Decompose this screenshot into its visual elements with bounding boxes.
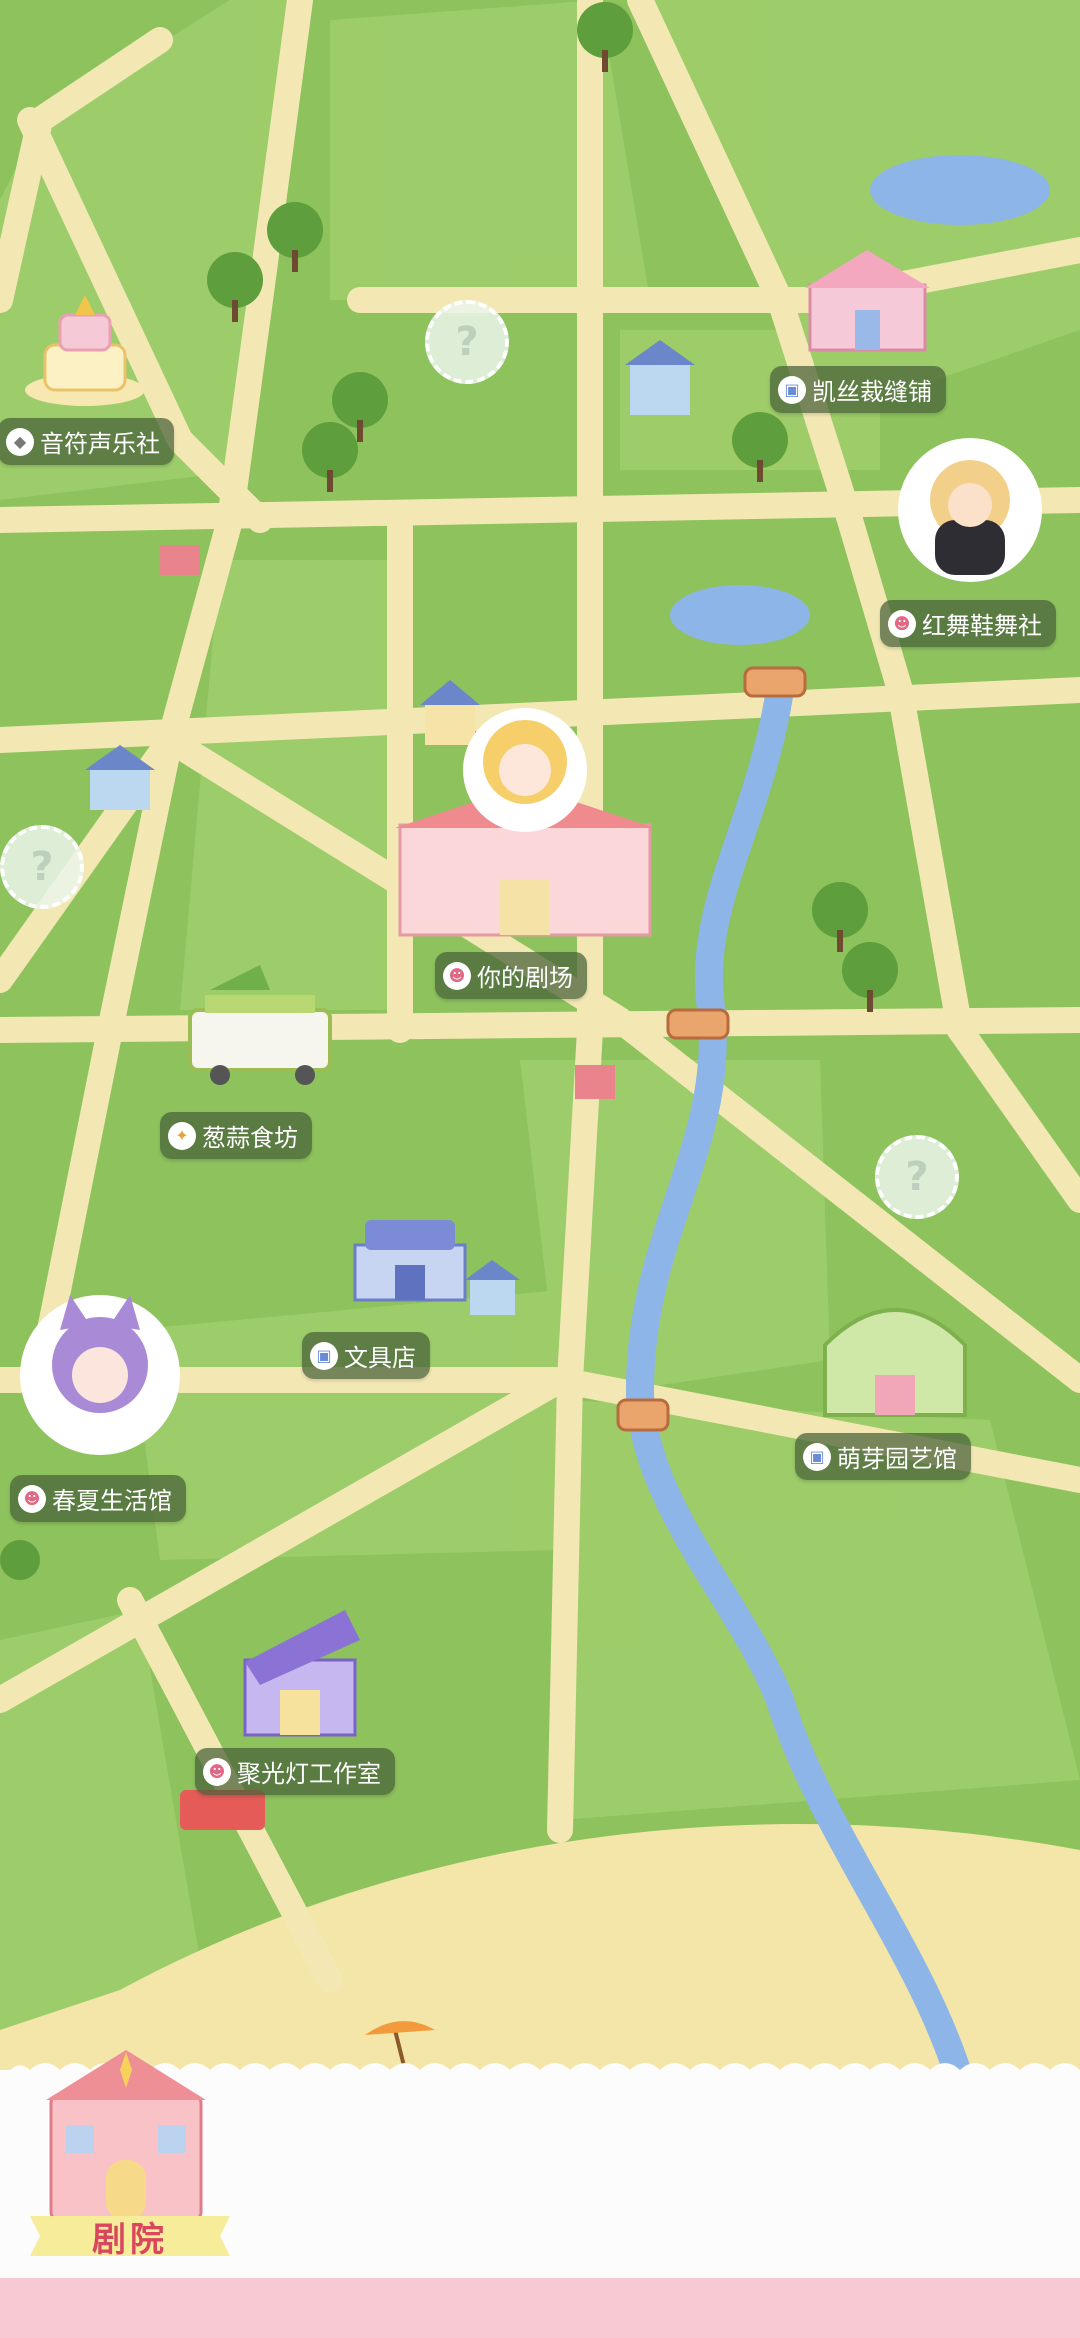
location-name: 春夏生活馆 — [52, 1487, 172, 1515]
location-label-food[interactable]: ✦ 葱蒜食坊 — [160, 1112, 312, 1159]
music-club-building[interactable] — [20, 290, 150, 410]
studio-building-icon — [243, 1610, 360, 1737]
location-label-garden[interactable]: ▣ 萌芽园艺馆 — [795, 1433, 971, 1480]
theater-icon: ☻ — [18, 1484, 46, 1513]
bag-icon: ▣ — [310, 1341, 338, 1370]
dance-club-avatar[interactable] — [890, 430, 1050, 590]
location-label-tailor[interactable]: ▣ 凯丝裁缝铺 — [770, 366, 946, 413]
theater-tab-icon — [46, 2050, 206, 2222]
theater-building[interactable] — [395, 700, 655, 940]
location-name: 文具店 — [344, 1344, 416, 1372]
bag-icon: ▣ — [778, 375, 806, 404]
location-label-spotlight[interactable]: ☻ 聚光灯工作室 — [195, 1748, 395, 1795]
dancer-avatar-icon — [898, 438, 1042, 582]
location-name: 红舞鞋舞社 — [922, 612, 1042, 640]
garden-hall-building[interactable] — [810, 1280, 980, 1420]
location-name: 葱蒜食坊 — [202, 1124, 298, 1152]
stationery-building-icon — [353, 1220, 467, 1302]
location-label-dance[interactable]: ☻ 红舞鞋舞社 — [880, 600, 1056, 647]
location-name: 你的剧场 — [477, 964, 573, 992]
bottom-pink-strip — [0, 2278, 1080, 2338]
theater-icon: ☻ — [888, 609, 916, 638]
theater-building-icon — [395, 708, 655, 937]
theater-icon: ☻ — [203, 1757, 231, 1786]
bag-icon: ▣ — [803, 1442, 831, 1471]
unknown-location-marker[interactable]: ? — [875, 1135, 959, 1219]
stationery-building[interactable] — [340, 1200, 480, 1310]
location-label-theater[interactable]: ☻ 你的剧场 — [435, 952, 587, 999]
cake-building-icon — [25, 295, 145, 406]
location-name: 凯丝裁缝铺 — [812, 378, 932, 406]
location-label-stationery[interactable]: ▣ 文具店 — [302, 1332, 430, 1379]
music-icon: ◆ — [6, 427, 34, 456]
life-hall-avatar[interactable] — [10, 1290, 190, 1460]
theater-tab-text: 剧院 — [92, 2219, 168, 2260]
spotlight-studio-building[interactable] — [235, 1600, 365, 1740]
location-name: 聚光灯工作室 — [237, 1760, 381, 1788]
unknown-location-marker[interactable]: ? — [0, 825, 84, 909]
tailor-building-icon — [805, 250, 930, 352]
theater-icon: ☻ — [443, 961, 471, 990]
location-label-life[interactable]: ☻ 春夏生活馆 — [10, 1475, 186, 1522]
greenhouse-building-icon — [823, 1308, 967, 1417]
food-truck[interactable] — [160, 960, 350, 1090]
location-name: 音符声乐社 — [40, 430, 160, 458]
location-name: 萌芽园艺馆 — [837, 1445, 957, 1473]
location-label-music[interactable]: ◆ 音符声乐社 — [0, 418, 174, 465]
food-truck-icon — [188, 965, 332, 1085]
cat-girl-avatar-icon — [20, 1295, 180, 1455]
theater-tab-label[interactable]: 剧院 — [30, 2210, 230, 2262]
tailor-shop-building[interactable] — [800, 240, 935, 360]
unknown-location-marker[interactable]: ? — [425, 300, 509, 384]
food-icon: ✦ — [168, 1121, 196, 1150]
